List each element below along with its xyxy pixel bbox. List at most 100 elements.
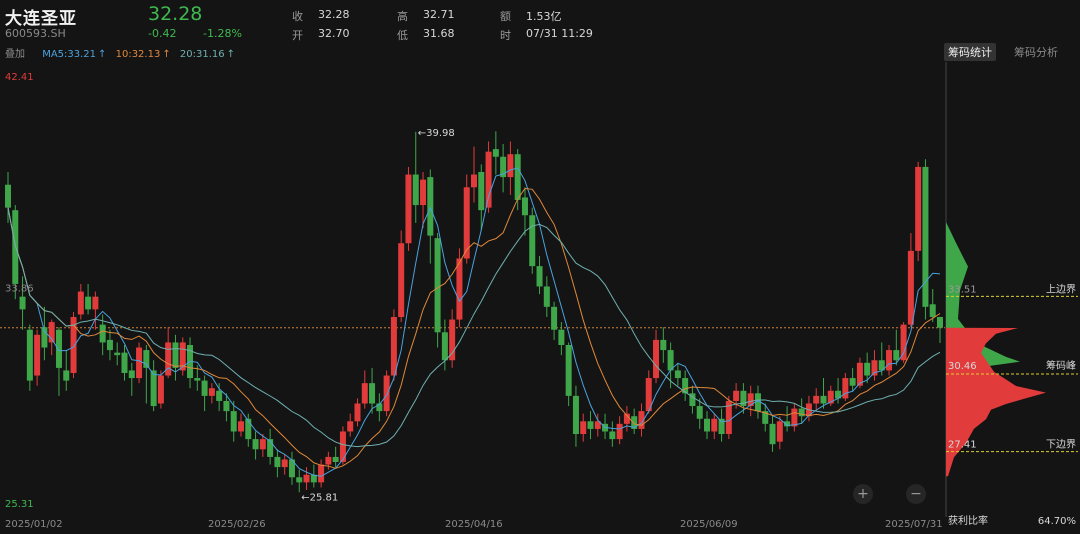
ma-legend: 叠加 MA5:33.21 ↑ 10:32.13 ↑ 20:31.16 ↑ [5,45,237,60]
candle-body [507,154,514,178]
candle-body [398,243,405,318]
candle-body [820,395,827,404]
candle-body [318,464,325,483]
high-value: 32.71 [423,8,455,21]
tab-chip-stats[interactable]: 筹码统计 [944,43,996,61]
overlay-label[interactable]: 叠加 [5,49,25,60]
candle-body [208,388,215,396]
candle-body [449,319,456,361]
candle-body [106,339,113,351]
stock-code: 600593.SH [5,27,66,40]
candle-body [121,352,128,373]
candle-body [150,370,157,407]
candle-body [19,296,26,310]
candle-body [813,395,820,404]
candle-body [514,154,521,200]
profit-ratio-value: 64.70% [1038,516,1076,527]
candle-body [769,423,776,445]
last-price: 32.28 [148,3,203,25]
candle-body [369,383,376,404]
candle-body [245,418,252,440]
candle-body [551,306,558,330]
x-axis-date-label: 2025/02/26 [208,519,266,530]
candle-body [653,339,660,379]
high-annotation: ←39.98 [418,128,455,139]
ma5-arrow-icon: ↑ [98,49,107,60]
candle-body [696,406,703,419]
profit-ratio-label: 获利比率 [948,514,988,527]
candle-body [194,378,201,381]
price-change: -0.42 [148,27,177,40]
candle-body [55,329,62,368]
price-change-pct: -1.28% [203,27,242,40]
y-axis-min-label: 25.31 [5,499,34,510]
open-label: 开 [292,29,303,42]
tab-chip-analysis[interactable]: 筹码分析 [1010,43,1062,61]
candle-body [609,431,616,440]
candle-body [907,250,914,325]
candle-body [711,418,718,432]
x-axis-date-label: 2025/07/31 [885,519,943,530]
candle-body [34,334,41,376]
candle-body [361,383,368,404]
candle-body [529,215,536,267]
candle-body [616,423,623,440]
candle-body [937,317,943,328]
candle-body [776,421,783,442]
close-label: 收 [292,10,303,23]
candle-body [864,362,871,376]
candle-body [354,403,361,422]
close-value: 32.28 [318,8,350,21]
candle-body [572,395,579,435]
candle-body [216,390,223,401]
candle-body [383,375,390,412]
candle-body [259,439,266,450]
candle-body [915,166,922,251]
candle-body [558,329,565,345]
chip-peak-label: 筹码峰 [1046,359,1076,372]
candle-body [223,400,230,412]
candle-body [660,339,667,351]
zoom-out-button[interactable]: − [906,484,926,504]
candle-body [871,360,878,376]
chip-upper-label: 上边界 [1046,283,1076,295]
candle-body [77,291,84,315]
candle-body [172,342,179,368]
candle-body [849,378,856,386]
candle-body [441,332,448,361]
chip-lower-value: 27.41 [948,440,977,451]
candle-body [5,184,11,208]
ma10-line [7,188,941,469]
low-value: 31.68 [423,27,455,40]
candle-body [791,408,798,427]
candle-body [92,296,99,310]
candle-body [798,408,805,417]
candle-body [339,431,346,463]
amount-value: 1.53亿 [526,10,562,23]
candle-body [427,177,434,236]
ma5-line [7,167,941,477]
chip-peak-value: 30.46 [948,361,977,372]
candle-body [390,317,397,376]
x-axis-date-label: 2025/01/02 [5,519,63,530]
candle-body [521,197,528,216]
open-value: 32.70 [318,27,350,40]
candle-body [281,459,288,468]
candle-body [114,352,121,356]
candle-body [674,370,681,379]
low-label: 低 [397,29,408,42]
candle-body [492,149,499,157]
chip-lower-label: 下边界 [1046,439,1076,451]
candle-body [347,421,354,432]
candle-body [733,390,740,401]
chip-upper-value: 33.51 [948,284,977,295]
candle-body [296,477,303,483]
candle-body [238,421,244,432]
kline-chart[interactable]: 42.41 33.86 25.31 2025/01/02 2025/02/26 2025/… [0,62,1080,534]
candle-body [85,296,92,310]
candle-body [274,456,281,468]
time-label: 时 [500,29,511,42]
x-axis-date-label: 2025/06/09 [680,519,738,530]
chip-trapped-area [946,327,1046,477]
zoom-in-button[interactable]: + [853,484,873,504]
